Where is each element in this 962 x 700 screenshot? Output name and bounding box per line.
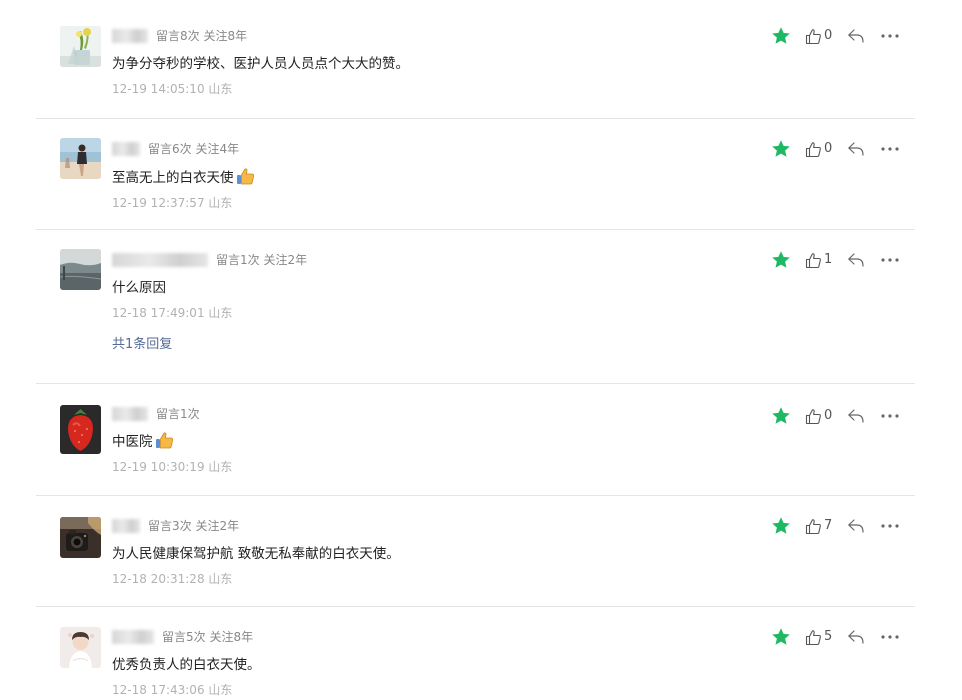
avatar[interactable] <box>60 405 101 454</box>
view-replies-link[interactable]: 共1条回复 <box>112 336 172 354</box>
comment-text: 为人民健康保驾护航 致敬无私奉献的白衣天使。 <box>112 546 400 562</box>
more-icon[interactable] <box>879 627 901 647</box>
like-button[interactable]: 0 <box>805 27 839 45</box>
comment-time: 12-19 10:30:19 山东 <box>112 460 233 474</box>
comment-actions: 0 <box>771 26 901 46</box>
comment-meta: 留言1次 关注2年 <box>112 252 307 268</box>
comment-meta: 留言6次 关注4年 <box>112 141 239 157</box>
reply-icon[interactable] <box>847 27 865 45</box>
comment-actions: 5 <box>771 627 901 647</box>
nickname-redacted <box>112 29 148 43</box>
thumbs-up-icon <box>805 518 821 534</box>
nickname-redacted <box>112 630 154 644</box>
reply-icon[interactable] <box>847 628 865 646</box>
comment-text: 中医院 <box>112 431 174 452</box>
thumbs-up-emoji-icon <box>236 168 254 185</box>
user-stats: 留言6次 关注4年 <box>148 142 240 156</box>
comment-item: 留言1次 中医院 12-19 10:30:19 山东 0 <box>36 384 915 496</box>
comment-text: 至高无上的白衣天使 <box>112 167 255 188</box>
user-stats: 留言5次 关注8年 <box>162 630 254 644</box>
star-icon[interactable] <box>771 250 791 270</box>
comment-item: 留言6次 关注4年 至高无上的白衣天使 12-19 12:37:57 山东 0 <box>36 119 915 230</box>
user-stats: 留言1次 <box>156 407 200 421</box>
like-button[interactable]: 7 <box>805 517 839 535</box>
user-stats: 留言8次 关注8年 <box>156 29 248 43</box>
nickname-redacted <box>112 407 148 421</box>
like-count: 7 <box>824 518 833 533</box>
thumbs-up-icon <box>805 28 821 44</box>
more-icon[interactable] <box>879 406 901 426</box>
like-button[interactable]: 1 <box>805 251 839 269</box>
comment-actions: 0 <box>771 406 901 426</box>
comment-page: 留言8次 关注8年 为争分夺秒的学校、医护人员人员点个大大的赞。 12-19 1… <box>0 0 962 700</box>
comment-meta: 留言1次 <box>112 406 200 422</box>
star-icon[interactable] <box>771 627 791 647</box>
like-count: 1 <box>824 252 833 267</box>
thumbs-up-emoji-icon <box>155 432 173 449</box>
more-icon[interactable] <box>879 516 901 536</box>
comment-text: 什么原因 <box>112 280 166 296</box>
thumbs-up-icon <box>805 141 821 157</box>
comment-text: 优秀负责人的白衣天使。 <box>112 657 261 673</box>
avatar[interactable] <box>60 627 101 668</box>
avatar[interactable] <box>60 138 101 179</box>
comment-time: 12-19 12:37:57 山东 <box>112 196 233 210</box>
comment-actions: 1 <box>771 250 901 270</box>
more-icon[interactable] <box>879 250 901 270</box>
comment-item: 留言1次 关注2年 什么原因 12-18 17:49:01 山东 共1条回复 1 <box>36 230 915 384</box>
comment-actions: 7 <box>771 516 901 536</box>
nickname-redacted <box>112 519 140 533</box>
user-stats: 留言3次 关注2年 <box>148 519 240 533</box>
comment-item: 留言5次 关注8年 优秀负责人的白衣天使。 12-18 17:43:06 山东 … <box>36 607 915 700</box>
like-count: 5 <box>824 629 833 644</box>
like-button[interactable]: 0 <box>805 140 839 158</box>
avatar[interactable] <box>60 249 101 290</box>
reply-icon[interactable] <box>847 407 865 425</box>
thumbs-up-icon <box>805 408 821 424</box>
reply-icon[interactable] <box>847 517 865 535</box>
more-icon[interactable] <box>879 26 901 46</box>
nickname-redacted <box>112 142 140 156</box>
like-count: 0 <box>824 28 833 43</box>
comment-list: 留言8次 关注8年 为争分夺秒的学校、医护人员人员点个大大的赞。 12-19 1… <box>36 0 915 700</box>
reply-icon[interactable] <box>847 140 865 158</box>
avatar[interactable] <box>60 517 101 558</box>
star-icon[interactable] <box>771 516 791 536</box>
star-icon[interactable] <box>771 139 791 159</box>
like-button[interactable]: 5 <box>805 628 839 646</box>
star-icon[interactable] <box>771 26 791 46</box>
comment-meta: 留言5次 关注8年 <box>112 629 253 645</box>
comment-time: 12-18 17:43:06 山东 <box>112 683 233 697</box>
comment-meta: 留言3次 关注2年 <box>112 518 239 534</box>
thumbs-up-icon <box>805 252 821 268</box>
avatar[interactable] <box>60 26 101 67</box>
comment-text: 为争分夺秒的学校、医护人员人员点个大大的赞。 <box>112 56 409 72</box>
like-button[interactable]: 0 <box>805 407 839 425</box>
user-stats: 留言1次 关注2年 <box>216 253 308 267</box>
like-count: 0 <box>824 408 833 423</box>
comment-time: 12-19 14:05:10 山东 <box>112 82 233 96</box>
nickname-redacted <box>112 253 208 267</box>
comment-item: 留言3次 关注2年 为人民健康保驾护航 致敬无私奉献的白衣天使。 12-18 2… <box>36 496 915 607</box>
comment-item: 留言8次 关注8年 为争分夺秒的学校、医护人员人员点个大大的赞。 12-19 1… <box>36 0 915 119</box>
comment-time: 12-18 20:31:28 山东 <box>112 572 233 586</box>
reply-icon[interactable] <box>847 251 865 269</box>
like-count: 0 <box>824 141 833 156</box>
more-icon[interactable] <box>879 139 901 159</box>
star-icon[interactable] <box>771 406 791 426</box>
comment-time: 12-18 17:49:01 山东 <box>112 306 233 320</box>
comment-actions: 0 <box>771 139 901 159</box>
comment-meta: 留言8次 关注8年 <box>112 28 247 44</box>
thumbs-up-icon <box>805 629 821 645</box>
